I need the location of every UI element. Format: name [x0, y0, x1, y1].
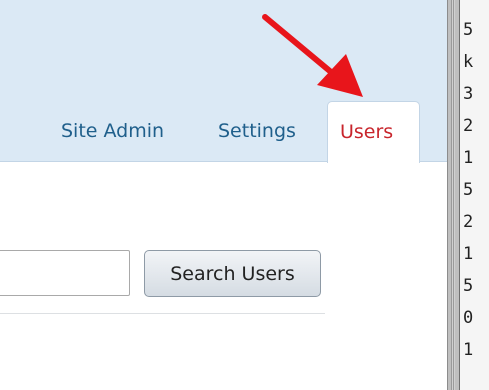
background-window-edge: 5 k 3 2 1 5 2 1 5 0 1 — [460, 0, 489, 390]
divider — [0, 313, 325, 314]
search-input[interactable] — [0, 250, 130, 296]
background-text-fragment: 3 — [463, 84, 474, 104]
nav-link-settings[interactable]: Settings — [218, 120, 296, 142]
background-text-fragment: 5 — [463, 20, 474, 40]
background-text-fragment: 5 — [463, 180, 474, 200]
search-users-button[interactable]: Search Users — [144, 250, 321, 297]
background-text-fragment: 5 — [463, 276, 474, 296]
arrow-shaft — [262, 14, 340, 80]
resize-handle[interactable] — [451, 0, 455, 390]
background-text-fragment: 2 — [463, 212, 474, 232]
background-text-fragment: k — [463, 52, 474, 72]
red-arrow-annotation — [262, 14, 363, 97]
background-text-fragment: 2 — [463, 116, 474, 136]
arrow-head — [317, 54, 363, 97]
background-text-fragment: 1 — [463, 148, 474, 168]
background-text-fragment: 0 — [463, 308, 474, 328]
background-text-fragment: 1 — [463, 244, 474, 264]
nav-link-site-admin[interactable]: Site Admin — [61, 120, 164, 142]
tab-users-label: Users — [340, 121, 394, 143]
background-text-fragment: 1 — [463, 340, 474, 360]
